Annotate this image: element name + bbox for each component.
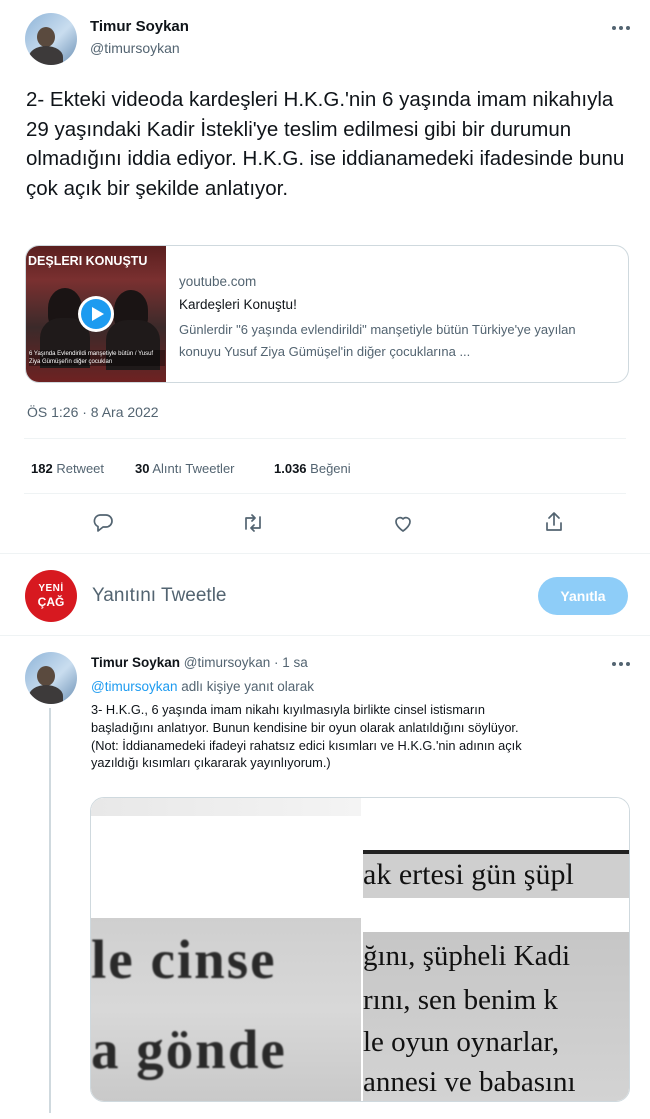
thumbnail-caption: DEŞLERI KONUŞTU xyxy=(28,254,148,268)
avatar-text-top: YENİ xyxy=(38,583,64,594)
link-card[interactable]: DEŞLERI KONUŞTU 6 Yaşında Evlendirildi m… xyxy=(25,245,629,383)
replying-to-text: adlı kişiye yanıt olarak xyxy=(181,679,315,694)
reply-author-handle[interactable]: @timursoykan xyxy=(184,655,270,670)
current-user-avatar[interactable]: YENİ ÇAĞ xyxy=(25,570,77,622)
reply-button[interactable]: Yanıtla xyxy=(538,577,628,615)
scan-left-line-2: a gönde xyxy=(91,1019,287,1080)
likes-stat[interactable]: 1.036 Beğeni xyxy=(274,461,351,476)
scan-right-line-3: rını, sen benim k xyxy=(363,984,558,1016)
link-thumbnail[interactable]: DEŞLERI KONUŞTU 6 Yaşında Evlendirildi m… xyxy=(26,246,166,382)
scan-right-line-5: annesi ve babasını xyxy=(363,1066,576,1098)
author-name[interactable]: Timur Soykan xyxy=(90,18,189,35)
attached-images[interactable]: le cinse a gönde ak ertesi gün şüpl ğını… xyxy=(90,797,630,1102)
like-icon[interactable] xyxy=(392,512,414,534)
retweet-icon[interactable] xyxy=(241,512,265,534)
reply-header: Timur Soykan @timursoykan · 1 sa xyxy=(91,655,308,670)
author-avatar[interactable] xyxy=(25,13,77,65)
reply-ellipsis-icon[interactable] xyxy=(606,656,636,672)
link-title: Kardeşleri Konuştu! xyxy=(179,297,297,312)
reply-time[interactable]: · 1 sa xyxy=(274,655,308,670)
thread-line xyxy=(49,708,51,1113)
share-icon[interactable] xyxy=(543,510,565,534)
scan-right-line-4: le oyun oynarlar, xyxy=(363,1026,560,1058)
replying-to: @timursoykan adlı kişiye yanıt olarak xyxy=(91,679,314,694)
thumbnail-small-text: 6 Yaşında Evlendirildi manşetiyle bütün … xyxy=(29,350,165,366)
reply-author-avatar[interactable] xyxy=(25,652,77,704)
attached-image-right[interactable]: ak ertesi gün şüpl ğını, şüpheli Kadi rı… xyxy=(363,798,629,1101)
tweet-text: 2- Ekteki videoda kardeşleri H.K.G.'nin … xyxy=(26,88,625,200)
scan-right-line-1: ak ertesi gün şüpl xyxy=(363,858,574,891)
attached-image-left[interactable]: le cinse a gönde xyxy=(91,798,361,1101)
replying-to-handle[interactable]: @timursoykan xyxy=(91,679,177,694)
author-handle[interactable]: @timursoykan xyxy=(90,40,180,56)
quote-tweets-stat[interactable]: 30 Alıntı Tweetler xyxy=(135,461,235,476)
ellipsis-icon[interactable] xyxy=(606,20,636,36)
play-icon[interactable] xyxy=(78,296,114,332)
reply-author-name[interactable]: Timur Soykan xyxy=(91,655,180,670)
avatar-text-bottom: ÇAĞ xyxy=(37,595,65,609)
scan-left-line-1: le cinse xyxy=(91,929,277,990)
reply-icon[interactable] xyxy=(92,512,114,534)
tweet-timestamp[interactable]: ÖS 1:26 · 8 Ara 2022 xyxy=(27,404,159,420)
retweet-stat[interactable]: 182 Retweet xyxy=(31,461,104,476)
reply-text: 3- H.K.G., 6 yaşında imam nikahı kıyılma… xyxy=(91,702,522,771)
link-domain: youtube.com xyxy=(179,274,257,289)
reply-input[interactable]: Yanıtını Tweetle xyxy=(92,585,512,607)
scan-right-line-2: ğını, şüpheli Kadi xyxy=(363,940,571,972)
link-description: Günlerdir "6 yaşında evlendirildi" manşe… xyxy=(179,322,576,359)
